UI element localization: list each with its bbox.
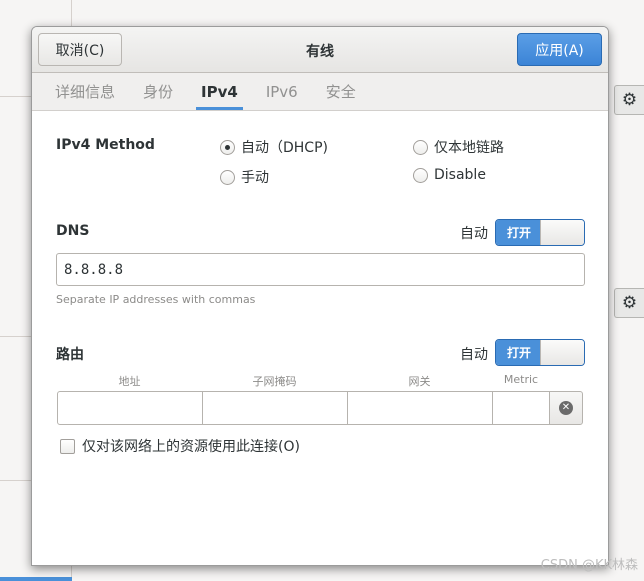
dialog-header: 取消(C) 有线 应用(A) xyxy=(32,27,608,73)
route-metric-input[interactable] xyxy=(492,391,550,425)
selection-indicator xyxy=(0,577,72,581)
switch-knob[interactable] xyxy=(540,340,584,365)
cancel-button[interactable]: 取消(C) xyxy=(38,33,122,66)
radio-label: Disable xyxy=(434,167,486,183)
gear-icon[interactable]: ⚙ xyxy=(614,288,644,318)
checkbox-label: 仅对该网络上的资源使用此连接(O) xyxy=(82,439,300,455)
restrict-to-network-checkbox[interactable]: 仅对该网络上的资源使用此连接(O) xyxy=(60,436,300,456)
switch-on-label: 打开 xyxy=(496,220,542,245)
radio-indicator[interactable] xyxy=(413,167,428,183)
dns-label: DNS xyxy=(56,223,90,239)
dns-hint: Separate IP addresses with commas xyxy=(56,293,256,306)
checkbox-indicator[interactable] xyxy=(60,438,75,454)
watermark: CSDN @KK林森 xyxy=(540,558,638,573)
radio-label: 手动 xyxy=(241,170,269,186)
routes-label: 路由 xyxy=(56,347,84,363)
wired-settings-dialog: 取消(C) 有线 应用(A) 详细信息 身份 IPv4 IPv6 安全 IPv4… xyxy=(31,26,609,566)
route-netmask-input[interactable] xyxy=(202,391,348,425)
tab-identity[interactable]: 身份 xyxy=(132,73,184,110)
dns-auto-label: 自动 xyxy=(460,226,488,242)
column-address: 地址 xyxy=(118,375,141,388)
column-gateway: 网关 xyxy=(408,375,431,388)
dns-auto-switch[interactable]: 打开 xyxy=(495,219,585,246)
radio-indicator[interactable] xyxy=(220,169,235,185)
radio-auto-dhcp[interactable]: 自动（DHCP) xyxy=(220,137,328,157)
switch-on-label: 打开 xyxy=(496,340,542,365)
radio-link-local[interactable]: 仅本地链路 xyxy=(413,137,504,157)
tab-bar: 详细信息 身份 IPv4 IPv6 安全 xyxy=(32,73,608,111)
apply-button[interactable]: 应用(A) xyxy=(517,33,602,66)
radio-label: 仅本地链路 xyxy=(434,140,504,156)
radio-indicator[interactable] xyxy=(220,139,235,155)
column-netmask: 子网掩码 xyxy=(252,375,297,388)
radio-indicator[interactable] xyxy=(413,139,428,155)
tab-ipv4[interactable]: IPv4 xyxy=(190,73,249,110)
clear-icon: ✕ xyxy=(559,401,573,415)
ipv4-method-label: IPv4 Method xyxy=(56,137,155,153)
radio-label: 自动（DHCP) xyxy=(241,140,328,156)
ipv4-panel: IPv4 Method 自动（DHCP) 仅本地链路 手动 Disable DN… xyxy=(32,111,608,565)
radio-disable[interactable]: Disable xyxy=(413,167,486,183)
radio-manual[interactable]: 手动 xyxy=(220,167,269,187)
route-gateway-input[interactable] xyxy=(347,391,493,425)
delete-route-button[interactable]: ✕ xyxy=(549,391,583,425)
gear-icon[interactable]: ⚙ xyxy=(614,85,644,115)
dns-servers-input[interactable]: 8.8.8.8 xyxy=(56,253,585,286)
tab-ipv6[interactable]: IPv6 xyxy=(255,73,309,110)
switch-knob[interactable] xyxy=(540,220,584,245)
tab-details[interactable]: 详细信息 xyxy=(44,73,126,110)
routes-auto-switch[interactable]: 打开 xyxy=(495,339,585,366)
route-address-input[interactable] xyxy=(57,391,203,425)
column-metric: Metric xyxy=(503,373,539,386)
route-row: ✕ xyxy=(57,391,584,425)
routes-auto-label: 自动 xyxy=(460,347,488,363)
tab-security[interactable]: 安全 xyxy=(315,73,367,110)
